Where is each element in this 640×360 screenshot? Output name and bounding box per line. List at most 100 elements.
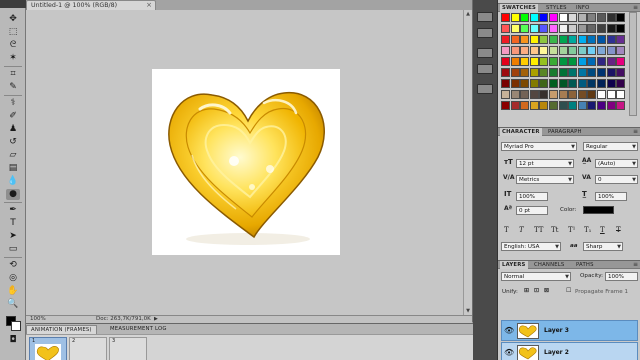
color-swatch[interactable] — [558, 57, 568, 66]
color-swatch[interactable] — [549, 68, 558, 77]
tab-paragraph[interactable]: PARAGRAPH — [546, 128, 584, 136]
clone-source-panel-icon[interactable] — [477, 64, 493, 74]
color-swatch[interactable] — [568, 35, 578, 44]
color-swatch[interactable] — [587, 90, 597, 99]
color-swatch[interactable] — [501, 24, 510, 33]
color-swatch[interactable] — [539, 46, 549, 55]
tab-layers[interactable]: LAYERS — [500, 261, 528, 269]
baseline-shift-field[interactable]: 0 pt — [516, 206, 548, 215]
color-swatch[interactable] — [558, 46, 568, 55]
adjustments-panel-icon[interactable] — [477, 84, 493, 94]
magic-wand-tool-icon[interactable]: ✶ — [6, 53, 20, 64]
clone-stamp-tool-icon[interactable]: ♟ — [6, 124, 20, 135]
color-swatch[interactable] — [501, 90, 510, 99]
color-swatch[interactable] — [606, 46, 616, 55]
color-swatch[interactable] — [587, 24, 597, 33]
color-swatch[interactable] — [558, 101, 568, 110]
color-swatch[interactable] — [587, 13, 597, 22]
tab-animation-frames[interactable]: ANIMATION (FRAMES) — [26, 325, 97, 334]
faux-italic-icon[interactable]: T — [519, 226, 524, 234]
color-swatch[interactable] — [529, 79, 539, 88]
color-swatch[interactable] — [539, 79, 549, 88]
color-swatch[interactable] — [568, 79, 578, 88]
color-swatch[interactable] — [606, 68, 616, 77]
propagate-checkbox[interactable]: ☐ — [566, 288, 571, 294]
color-swatch[interactable] — [606, 24, 616, 33]
scroll-down-arrow-icon[interactable]: ▼ — [464, 307, 472, 315]
3d-rotate-tool-icon[interactable]: ⟲ — [6, 260, 20, 271]
color-swatch[interactable] — [606, 90, 616, 99]
color-swatch[interactable] — [597, 79, 606, 88]
color-swatch[interactable] — [510, 68, 520, 77]
color-swatch[interactable] — [520, 13, 530, 22]
color-swatch[interactable] — [520, 90, 530, 99]
font-size-field[interactable]: 12 pt ▼ — [516, 159, 574, 168]
blur-tool-icon[interactable]: 💧 — [6, 176, 20, 187]
lasso-tool-icon[interactable]: ᘓ — [6, 40, 20, 51]
leading-field[interactable]: (Auto) ▼ — [595, 159, 638, 168]
color-swatch[interactable] — [616, 13, 626, 22]
color-swatch[interactable] — [529, 57, 539, 66]
underline-icon[interactable]: T — [600, 226, 605, 234]
color-swatch[interactable] — [587, 101, 597, 110]
unify-visibility-icon[interactable]: ⊡ — [534, 288, 539, 294]
color-swatch[interactable] — [539, 57, 549, 66]
vertical-scrollbar[interactable]: ▲ ▼ — [463, 10, 472, 315]
color-swatch[interactable] — [529, 35, 539, 44]
color-swatch[interactable] — [539, 90, 549, 99]
color-swatch[interactable] — [520, 68, 530, 77]
color-swatch[interactable] — [529, 46, 539, 55]
animation-frame[interactable]: 1 — [29, 337, 67, 360]
color-swatch[interactable] — [520, 35, 530, 44]
tab-info[interactable]: INFO — [574, 4, 592, 12]
color-swatch[interactable] — [577, 24, 587, 33]
color-swatch[interactable] — [577, 90, 587, 99]
zoom-tool-icon[interactable]: 🔍 — [6, 299, 20, 310]
color-swatch[interactable] — [520, 24, 530, 33]
color-swatch[interactable] — [616, 24, 626, 33]
color-swatch[interactable] — [587, 79, 597, 88]
color-swatch[interactable] — [549, 101, 558, 110]
color-swatch[interactable] — [529, 90, 539, 99]
tab-channels[interactable]: CHANNELS — [532, 261, 567, 269]
color-swatch[interactable] — [616, 57, 626, 66]
color-swatch[interactable] — [539, 101, 549, 110]
color-swatch[interactable] — [577, 101, 587, 110]
color-swatch[interactable] — [597, 57, 606, 66]
color-swatch[interactable] — [558, 68, 568, 77]
color-swatch[interactable] — [577, 35, 587, 44]
tab-paths[interactable]: PATHS — [574, 261, 596, 269]
color-swatch[interactable] — [568, 90, 578, 99]
quick-mask-icon[interactable]: ◘ — [6, 335, 20, 346]
eye-icon[interactable]: 👁 — [504, 348, 514, 357]
color-swatch[interactable] — [568, 13, 578, 22]
brushes-panel-icon[interactable] — [477, 48, 493, 58]
color-swatch[interactable] — [520, 46, 530, 55]
blend-mode-select[interactable]: Normal ▼ — [501, 272, 571, 281]
color-swatch[interactable] — [597, 46, 606, 55]
color-swatch[interactable] — [529, 101, 539, 110]
eye-icon[interactable]: 👁 — [504, 326, 514, 335]
tab-styles[interactable]: STYLES — [544, 4, 569, 12]
tab-measurement-log[interactable]: MEASUREMENT LOG — [106, 325, 171, 334]
canvas-area[interactable] — [26, 10, 472, 315]
unify-position-icon[interactable]: ⊞ — [524, 288, 529, 294]
eyedropper-tool-icon[interactable]: ✎ — [6, 82, 20, 93]
color-swatch[interactable] — [558, 35, 568, 44]
path-selection-tool-icon[interactable]: ➤ — [6, 231, 20, 242]
color-swatch[interactable] — [606, 79, 616, 88]
color-swatch[interactable] — [520, 57, 530, 66]
color-swatch[interactable] — [616, 35, 626, 44]
scroll-up-arrow-icon[interactable]: ▲ — [464, 10, 472, 18]
hand-tool-icon[interactable]: ✋ — [6, 286, 20, 297]
font-family-select[interactable]: Myriad Pro ▼ — [501, 142, 577, 151]
color-swatch[interactable] — [549, 24, 558, 33]
color-swatch[interactable] — [616, 46, 626, 55]
color-swatch[interactable] — [577, 79, 587, 88]
color-swatch[interactable] — [616, 101, 626, 110]
color-swatch[interactable] — [501, 46, 510, 55]
unify-style-icon[interactable]: ⊠ — [544, 288, 549, 294]
tracking-field[interactable]: 0 ▼ — [595, 175, 638, 184]
color-swatch[interactable] — [597, 13, 606, 22]
color-swatch[interactable] — [558, 79, 568, 88]
